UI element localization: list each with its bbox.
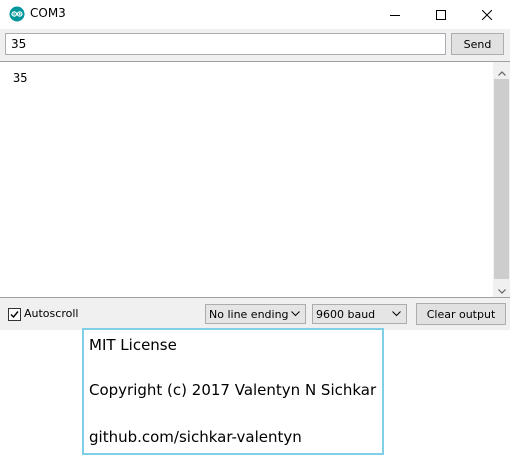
- baud-rate-value: 9600 baud: [316, 308, 376, 321]
- send-toolbar: Send: [0, 29, 510, 60]
- autoscroll-label[interactable]: Autoscroll: [24, 307, 78, 320]
- scrollbar-thumb[interactable]: [494, 79, 509, 279]
- line-ending-value: No line ending: [209, 308, 289, 321]
- scroll-up-button[interactable]: [493, 62, 510, 79]
- baud-rate-select[interactable]: 9600 baud: [312, 304, 407, 324]
- chevron-down-icon: [291, 311, 300, 317]
- line-ending-select[interactable]: No line ending: [205, 304, 306, 324]
- serial-monitor-window: COM3 Send 35: [0, 0, 510, 330]
- clear-output-button[interactable]: Clear output: [416, 303, 506, 325]
- serial-output-area[interactable]: 35: [0, 61, 510, 298]
- bottom-toolbar: Autoscroll No line ending 9600 baud Clea…: [0, 298, 510, 330]
- close-button[interactable]: [464, 0, 510, 29]
- minimize-icon: [390, 5, 400, 24]
- arduino-logo-icon: [9, 6, 25, 22]
- maximize-icon: [436, 5, 446, 24]
- serial-output-text: 35: [13, 71, 28, 85]
- send-button[interactable]: Send: [451, 33, 504, 55]
- title-bar[interactable]: COM3: [0, 0, 510, 29]
- serial-send-input[interactable]: [5, 33, 446, 55]
- license-copyright: Copyright (c) 2017 Valentyn N Sichkar: [89, 381, 377, 399]
- license-overlay: MIT License Copyright (c) 2017 Valentyn …: [82, 328, 384, 455]
- scroll-down-button[interactable]: [493, 280, 510, 297]
- autoscroll-checkbox[interactable]: [8, 308, 21, 321]
- window-title: COM3: [30, 6, 66, 20]
- chevron-up-icon: [497, 61, 506, 80]
- license-title: MIT License: [89, 336, 177, 354]
- close-icon: [481, 5, 493, 24]
- chevron-down-icon: [392, 311, 401, 317]
- chevron-down-icon: [497, 279, 506, 298]
- vertical-scrollbar[interactable]: [493, 62, 510, 297]
- license-github-link: github.com/sichkar-valentyn: [89, 428, 302, 446]
- maximize-button[interactable]: [418, 0, 464, 29]
- minimize-button[interactable]: [372, 0, 418, 29]
